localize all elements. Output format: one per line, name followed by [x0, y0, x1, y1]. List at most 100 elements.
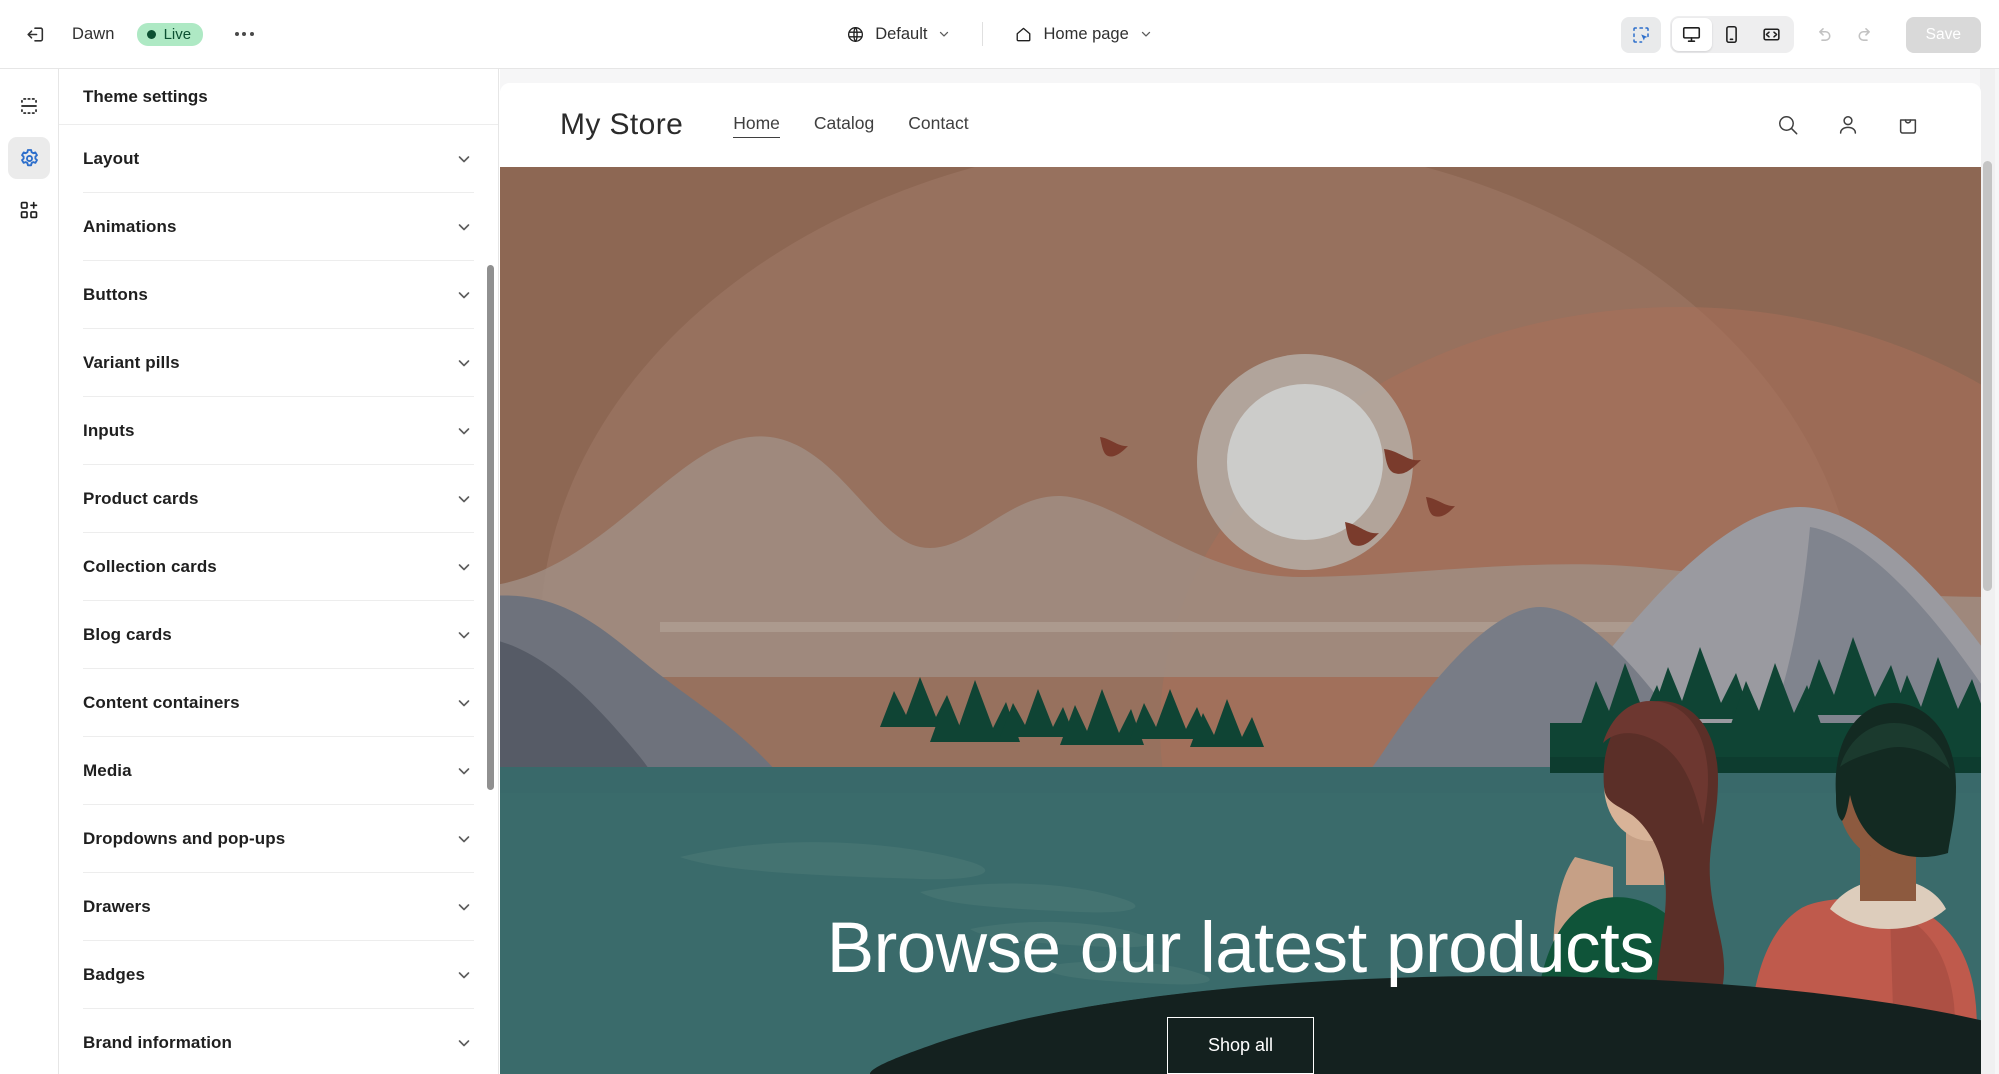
settings-group-layout[interactable]: Layout: [83, 125, 474, 193]
chevron-down-icon: [454, 1033, 474, 1053]
toolbar-left-group: Dawn Live: [0, 15, 263, 53]
theme-settings-sidebar: Theme settings Layout Animations Buttons Va…: [59, 69, 499, 1074]
toolbar-center-group: Default Home page: [700, 0, 1300, 69]
settings-group-blog-cards[interactable]: Blog cards: [83, 601, 474, 669]
inspect-mode-button[interactable]: [1620, 16, 1661, 53]
sidebar-item-sections[interactable]: [8, 85, 50, 127]
shop-all-button[interactable]: Shop all: [1166, 1017, 1315, 1074]
mobile-view-button[interactable]: [1712, 18, 1752, 51]
settings-group-animations[interactable]: Animations: [83, 193, 474, 261]
chevron-down-icon: [1141, 31, 1150, 37]
toolbar-right-group: Save: [1620, 0, 1981, 69]
settings-group-label: Media: [83, 760, 132, 780]
chevron-down-icon: [454, 761, 474, 781]
settings-group-label: Layout: [83, 148, 140, 168]
page-selector[interactable]: Home page: [1003, 18, 1163, 51]
chevron-down-icon: [454, 149, 474, 169]
home-icon: [1017, 27, 1031, 41]
chevron-down-icon: [454, 353, 474, 373]
sections-icon: [21, 98, 37, 114]
settings-group-label: Blog cards: [83, 624, 172, 644]
storefront-preview: My Store Home Catalog Contact Browse our…: [500, 83, 1981, 1074]
settings-group-variant-pills[interactable]: Variant pills: [83, 329, 474, 397]
chevron-down-icon: [454, 489, 474, 509]
settings-group-dropdowns-and-pop-ups[interactable]: Dropdowns and pop-ups: [83, 805, 474, 873]
settings-group-brand-information[interactable]: Brand information: [83, 1009, 474, 1074]
chevron-down-icon: [454, 965, 474, 985]
account-icon[interactable]: [1835, 112, 1861, 138]
status-badge-label: Live: [163, 25, 192, 43]
page-title: Theme settings: [83, 86, 208, 106]
redo-icon[interactable]: [1846, 16, 1884, 54]
status-dot-icon: [146, 29, 156, 39]
storefront-header: My Store Home Catalog Contact: [500, 83, 1981, 167]
preview-scrollbar[interactable]: [1983, 161, 1992, 591]
chevron-down-icon: [454, 421, 474, 441]
theme-name: Dawn: [72, 24, 115, 43]
desktop-view-button[interactable]: [1671, 18, 1712, 51]
chevron-down-icon: [940, 31, 949, 37]
settings-group-drawers[interactable]: Drawers: [83, 873, 474, 941]
save-button[interactable]: Save: [1905, 16, 1981, 53]
chevron-down-icon: [454, 897, 474, 917]
store-logo[interactable]: My Store: [560, 108, 683, 142]
gear-icon: [20, 148, 38, 166]
hero-content: Browse our latest products Shop all: [500, 912, 1981, 1074]
hero-banner: Browse our latest products Shop all: [500, 167, 1981, 1074]
settings-group-collection-cards[interactable]: Collection cards: [83, 533, 474, 601]
settings-group-inputs[interactable]: Inputs: [83, 397, 474, 465]
sidebar-item-apps[interactable]: [8, 189, 50, 231]
chevron-down-icon: [454, 829, 474, 849]
status-badge: Live: [136, 22, 204, 46]
cart-icon[interactable]: [1895, 112, 1921, 138]
settings-group-badges[interactable]: Badges: [83, 941, 474, 1009]
locale-label: Default: [875, 24, 928, 43]
select-inspect-icon: [1632, 26, 1649, 43]
settings-group-label: Drawers: [83, 896, 151, 916]
settings-group-media[interactable]: Media: [83, 737, 474, 805]
chevron-down-icon: [454, 217, 474, 237]
settings-group-label: Inputs: [83, 420, 135, 440]
exit-icon[interactable]: [16, 15, 54, 53]
fullwidth-view-button[interactable]: [1752, 18, 1792, 51]
page-label: Home page: [1043, 24, 1129, 43]
chevron-down-icon: [454, 285, 474, 305]
preview-area: My Store Home Catalog Contact Browse our…: [500, 69, 1999, 1074]
nav-link-catalog[interactable]: Catalog: [814, 113, 874, 137]
full-width-icon: [1763, 28, 1780, 41]
toolbar-divider: [982, 22, 984, 46]
storefront-header-icons: [1775, 112, 1921, 138]
desktop-icon: [1683, 26, 1701, 43]
nav-link-home[interactable]: Home: [733, 113, 780, 138]
more-options-icon[interactable]: [225, 15, 263, 53]
chevron-down-icon: [454, 625, 474, 645]
settings-group-label: Variant pills: [83, 352, 180, 372]
settings-group-label: Animations: [83, 216, 177, 236]
settings-group-label: Buttons: [83, 284, 148, 304]
view-mode-group: [1669, 16, 1794, 53]
settings-group-label: Dropdowns and pop-ups: [83, 828, 286, 848]
top-toolbar: Dawn Live Default Home page Save: [0, 0, 1999, 69]
history-group: [1806, 16, 1884, 54]
search-icon[interactable]: [1775, 112, 1801, 138]
settings-group-product-cards[interactable]: Product cards: [83, 465, 474, 533]
left-icon-rail: [0, 69, 59, 1074]
settings-group-content-containers[interactable]: Content containers: [83, 669, 474, 737]
settings-group-label: Content containers: [83, 692, 240, 712]
settings-group-buttons[interactable]: Buttons: [83, 261, 474, 329]
locale-selector[interactable]: Default: [835, 18, 962, 51]
undo-icon[interactable]: [1806, 16, 1844, 54]
settings-group-label: Brand information: [83, 1032, 233, 1052]
sidebar-title: Theme settings: [59, 69, 498, 125]
globe-icon: [848, 26, 864, 42]
chevron-down-icon: [454, 557, 474, 577]
sidebar-item-theme-settings[interactable]: [8, 137, 50, 179]
mobile-icon: [1726, 25, 1738, 44]
sidebar-scrollbar[interactable]: [487, 265, 494, 790]
apps-icon: [20, 201, 38, 219]
settings-group-label: Badges: [83, 964, 146, 984]
nav-link-contact[interactable]: Contact: [908, 113, 968, 137]
settings-group-label: Collection cards: [83, 556, 217, 576]
settings-group-label: Product cards: [83, 488, 199, 508]
hero-title: Browse our latest products: [826, 909, 1655, 989]
